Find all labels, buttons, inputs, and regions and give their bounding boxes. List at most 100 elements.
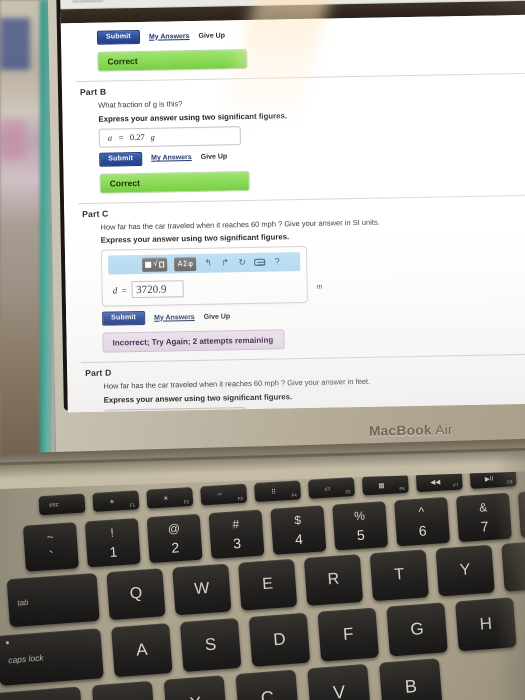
key-s[interactable]: S [179,617,242,673]
key-g[interactable]: G [386,602,448,657]
key-lower-glyph: 7 [480,518,489,535]
key-5[interactable]: % 5 [332,501,389,551]
breadcrumb-chapter[interactable]: Chapter 2 [72,0,103,2]
feedback-banner-correct: Correct [99,170,250,194]
key-glyph: ▶II [484,475,494,483]
give-up-link[interactable]: Give Up [201,153,228,160]
template-box-glyph [159,261,165,268]
key-glyph: ▩ [378,481,385,490]
key-7[interactable]: & 7 [455,492,512,543]
greek-letters-button[interactable]: ΑΣφ [174,256,197,271]
my-answers-link[interactable]: My Answers [149,33,190,41]
my-answers-link[interactable]: My Answers [154,314,195,322]
feedback-banner-correct: Correct [97,48,248,72]
key-f6[interactable]: ▩ F6 [361,473,409,496]
key-b[interactable]: B [378,658,443,700]
key-fn-label: F8 [507,479,513,485]
key-f[interactable]: F [317,607,380,662]
give-up-link[interactable]: Give Up [204,313,231,320]
feedback-banner-incorrect: Incorrect; Try Again; 2 attempts remaini… [102,329,285,353]
key-2[interactable]: @2 [146,513,203,564]
key-glyph: ▫▫ [217,491,223,499]
key-f1[interactable]: ☀ F1 [92,490,140,513]
key-fn-label: F5 [345,489,351,495]
my-answers-link[interactable]: My Answers [151,154,192,162]
key-esc[interactable]: esc [38,493,86,516]
redo-icon[interactable]: ↱ [220,256,230,270]
key-h[interactable]: H [455,597,517,652]
key-upper-glyph: ~ [46,529,55,545]
template-square-glyph [145,261,152,268]
key-u[interactable]: U [501,539,525,592]
key-f3[interactable]: ▫▫ F3 [200,483,248,506]
key-shift[interactable]: shift [0,686,84,700]
key-1[interactable]: ! 1 [84,517,141,568]
key-8[interactable]: *8 [517,488,525,538]
key-glyph: ▭ [324,485,331,493]
key-t[interactable]: T [369,549,429,602]
key-z[interactable]: Z [91,680,156,700]
part-c-value-field[interactable]: 3720.9 [131,280,184,299]
key-label: T [393,565,405,584]
key-d[interactable]: D [248,612,311,667]
part-b-variable: a [107,132,113,143]
key-w[interactable]: W [172,563,232,616]
math-answer-row: d = 3720.9 m [108,278,322,299]
keyboard-icon[interactable] [254,258,266,266]
key-4[interactable]: $4 [270,505,327,555]
template-icon[interactable]: √ [142,256,168,272]
part-b-answer-input[interactable]: a = 0.27 g [98,125,241,148]
key-f4[interactable]: ⠿ F4 [254,480,302,503]
give-up-link[interactable]: Give Up [198,32,225,39]
key-lower-glyph: ` [48,547,55,565]
math-toolbar: √ ΑΣφ ↰ ↱ ↻ ? [108,252,301,275]
key-lower-glyph: 1 [108,543,118,560]
key-f2[interactable]: ☀ F2 [146,486,194,509]
key-6[interactable]: ^ 6 [394,496,451,547]
key-fn-label: F4 [291,492,297,498]
part-b-unit: g [150,132,155,142]
key-label: R [327,570,340,589]
key-caps-lock[interactable]: caps lock [0,628,104,686]
submit-row: Submit My Answers Give Up [102,304,525,326]
key-glyph: ◀◀ [430,478,441,486]
part-b-value[interactable]: 0.27 [130,132,145,142]
help-icon[interactable]: ? [272,255,282,269]
keyboard-well: esc ☀ F1 ☀ F2 ▫▫ F3 ⠿ F4 ▭ F5 ▩ F6 ◀◀ F7 ▶II F8 ~ `! 1 @2 #3… [0,470,525,700]
key-label: G [409,618,425,639]
key-lower-glyph: 4 [294,530,304,548]
key-glyph: ☀ [162,494,169,503]
submit-button[interactable]: Submit [96,29,141,45]
key-f8[interactable]: ▶II F8 [469,470,517,489]
key-`[interactable]: ~ ` [22,522,79,572]
submit-row: Submit My Answers Give Up [96,23,525,45]
key-3[interactable]: #3 [208,509,265,560]
key-c[interactable]: C [235,669,300,700]
key-label: W [193,579,210,598]
key-tab[interactable]: tab [6,572,100,628]
key-y[interactable]: Y [435,544,495,597]
key-fn-label: F6 [399,486,405,492]
key-upper-glyph: ! [109,525,115,540]
key-upper-glyph: # [232,517,240,532]
key-glyph: esc [49,501,59,509]
part-d: Part D How far has the car traveled when… [81,360,525,413]
key-f5[interactable]: ▭ F5 [307,477,355,499]
key-q[interactable]: Q [106,568,166,621]
key-v[interactable]: V [307,663,372,700]
key-fn-label: F7 [453,482,459,489]
key-fn-label: F2 [183,499,190,505]
reset-icon[interactable]: ↻ [237,256,247,270]
undo-icon[interactable]: ↰ [203,256,213,270]
key-a[interactable]: A [111,623,173,678]
key-label: B [404,675,418,697]
key-e[interactable]: E [238,558,298,611]
submit-button[interactable]: Submit [99,151,143,167]
sqrt-icon: √ [153,258,158,268]
key-x[interactable]: X [163,675,228,700]
key-r[interactable]: R [303,554,364,606]
math-input-widget[interactable]: √ ΑΣφ ↰ ↱ ↻ ? d = 3720.9 m [100,245,322,307]
key-label: tab [16,597,29,608]
submit-button[interactable]: Submit [102,310,146,326]
caps-lock-indicator [5,641,10,645]
